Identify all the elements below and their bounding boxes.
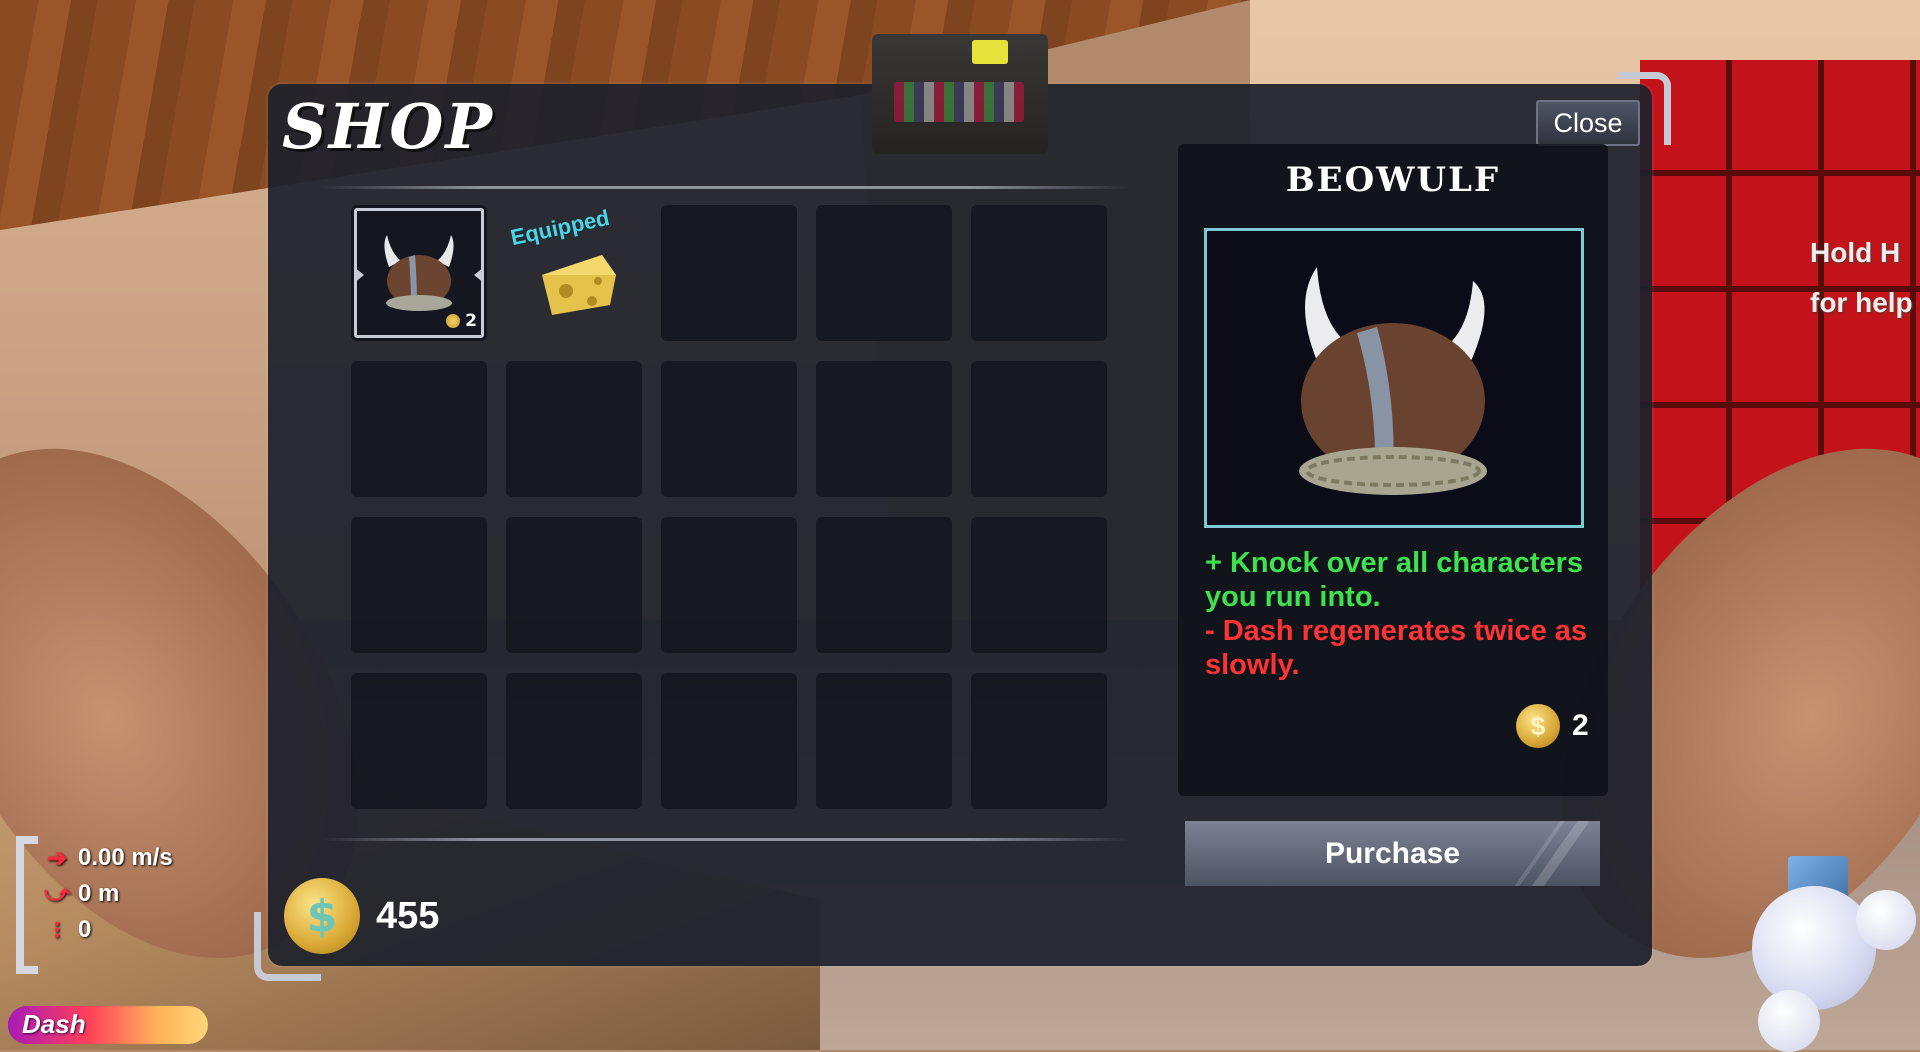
item-slot-empty[interactable]: [351, 517, 487, 653]
speed-value: 0.00 m/s: [78, 844, 173, 871]
item-slot-empty[interactable]: [661, 673, 797, 809]
item-detail-name: BEOWULF: [1285, 160, 1501, 200]
purchase-button[interactable]: Purchase: [1185, 821, 1600, 886]
dots-icon: ⁝: [53, 916, 61, 944]
controller-widget: [1752, 850, 1920, 1052]
item-slot-empty[interactable]: [816, 205, 952, 341]
bubble-icon: [1752, 886, 1876, 1010]
stats-bracket-cap: [16, 836, 38, 844]
viking-helmet-preview-icon: [1299, 267, 1487, 495]
item-price: 2: [446, 311, 477, 331]
register-keys: [894, 82, 1024, 122]
help-hint-line2: for help: [1810, 287, 1913, 318]
help-hint: Hold H for help: [1810, 228, 1913, 328]
item-slot-empty[interactable]: [661, 361, 797, 497]
jump-arc-icon: ⤻: [44, 880, 70, 907]
coin-icon: $: [1516, 704, 1560, 748]
cash-register: [872, 34, 1048, 154]
divider-bottom: [320, 838, 1130, 841]
shop-title: SHOP: [282, 90, 494, 163]
arrow-right-icon: ➔: [46, 844, 68, 872]
item-slot-viking-helmet[interactable]: 2: [351, 205, 487, 341]
count-value: 0: [78, 916, 92, 943]
coin-icon: [446, 314, 461, 328]
item-slot-empty[interactable]: [971, 673, 1107, 809]
purchase-button-label: Purchase: [1324, 836, 1461, 870]
item-slot-empty[interactable]: [816, 517, 952, 653]
bubble-icon: [1758, 990, 1820, 1052]
item-slot-empty[interactable]: [506, 673, 642, 809]
coin-icon: $: [284, 878, 360, 954]
coin-balance: $ 455: [284, 878, 439, 954]
item-slot-empty[interactable]: [816, 361, 952, 497]
movement-stats: ➔ 0.00 m/s ⤻ 0 m ⁝ 0: [16, 836, 173, 974]
divider-top: [320, 186, 1130, 189]
detail-price-value: 2: [1572, 709, 1589, 742]
dash-label: Dash: [22, 1009, 86, 1039]
effect-negative: - Dash regenerates twice as slowly.: [1205, 615, 1588, 681]
item-slot-empty[interactable]: [816, 673, 952, 809]
item-price-value: 2: [465, 311, 477, 331]
item-slot-empty[interactable]: [661, 205, 797, 341]
item-slot-empty[interactable]: [506, 517, 642, 653]
distance-stat: ⤻ 0 m: [42, 876, 173, 912]
item-slot-empty[interactable]: [971, 205, 1107, 341]
effect-positive: + Knock over all characters you run into…: [1205, 547, 1584, 613]
speed-stat: ➔ 0.00 m/s: [42, 840, 173, 876]
item-slot-cheese[interactable]: Equipped: [506, 205, 642, 341]
item-slot-empty[interactable]: [351, 673, 487, 809]
item-slot-empty[interactable]: [661, 517, 797, 653]
close-button[interactable]: Close: [1536, 100, 1640, 146]
distance-value: 0 m: [78, 880, 120, 907]
detail-price: $ 2: [1516, 704, 1589, 748]
coin-balance-value: 455: [376, 894, 440, 937]
item-slot-empty[interactable]: [351, 361, 487, 497]
item-preview: [1204, 228, 1584, 528]
item-slot-empty[interactable]: [971, 361, 1107, 497]
item-slot-empty[interactable]: [506, 361, 642, 497]
help-hint-line1: Hold H: [1810, 237, 1901, 268]
dash-meter: Dash: [8, 1006, 208, 1044]
item-slot-empty[interactable]: [971, 517, 1107, 653]
bubble-icon: [1856, 890, 1916, 950]
count-stat: ⁝ 0: [42, 912, 173, 948]
register-screen: [972, 40, 1008, 64]
stats-bracket-cap: [16, 966, 38, 974]
